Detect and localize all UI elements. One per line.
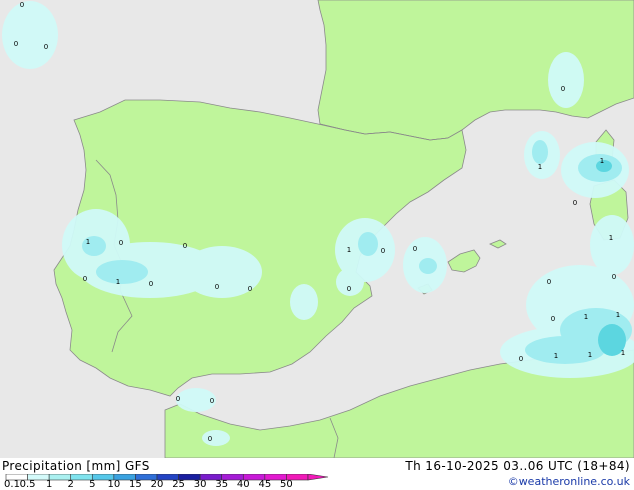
legend-label: 35: [215, 479, 229, 490]
value-marker: 0: [83, 275, 87, 283]
value-marker: 1: [584, 313, 588, 321]
value-marker: 1: [609, 234, 613, 242]
legend-label: 10: [107, 479, 121, 490]
value-marker: 0: [208, 435, 212, 443]
legend-label: 15: [129, 479, 142, 490]
value-marker: 0: [176, 395, 180, 403]
value-marker: 0: [347, 285, 351, 293]
value-marker: 1: [554, 352, 558, 360]
value-marker: 0: [248, 285, 252, 293]
value-marker: 0: [119, 239, 123, 247]
value-marker: 0: [44, 43, 48, 51]
legend-label: 40: [236, 479, 250, 490]
value-marker: 0: [183, 242, 187, 250]
value-marker: 1: [621, 349, 625, 357]
legend-label: 20: [150, 479, 164, 490]
legend-label: 1: [45, 479, 53, 490]
value-marker: 0: [14, 40, 18, 48]
value-marker: 0: [215, 283, 219, 291]
legend-label: 5: [89, 479, 96, 490]
value-marker: 0: [20, 1, 24, 9]
legend-label: 45: [258, 479, 272, 490]
value-marker: 1: [538, 163, 542, 171]
value-marker: 0: [561, 85, 565, 93]
legend-label: 30: [193, 479, 207, 490]
value-marker: 0: [612, 273, 616, 281]
value-marker: 0: [381, 247, 385, 255]
value-marker: 1: [116, 278, 120, 286]
value-marker: 1: [86, 238, 90, 246]
legend-label: 50: [280, 479, 293, 490]
value-marker: 0: [149, 280, 153, 288]
value-marker: 0: [547, 278, 551, 286]
value-marker: 0: [519, 355, 523, 363]
value-marker: 0: [551, 315, 555, 323]
legend-overflow-arrow: [307, 474, 329, 481]
value-marker: 0: [413, 245, 417, 253]
value-marker: 1: [600, 157, 604, 165]
legend-label: 0.5: [19, 479, 36, 490]
value-marker: 1: [347, 246, 351, 254]
value-marker: 0: [210, 397, 214, 405]
legend-label: 0.1: [4, 479, 20, 490]
legend-label: 2: [67, 479, 74, 490]
value-marker: 1: [588, 351, 592, 359]
value-marker: 1: [616, 311, 620, 319]
legend-label: 25: [172, 479, 185, 490]
valid-time: Th 16-10-2025 03..06 UTC (18+84): [405, 459, 630, 473]
precipitation-map[interactable]: 0 0 0 0 1 1 0 1 1 0 0 1 0 0 0 1 0 0 0 0 0 0 1 0 1 0 1 1 1 0 0 0: [0, 0, 634, 458]
value-marker: 0: [573, 199, 577, 207]
map-title: Precipitation [mm] GFS: [2, 459, 150, 473]
